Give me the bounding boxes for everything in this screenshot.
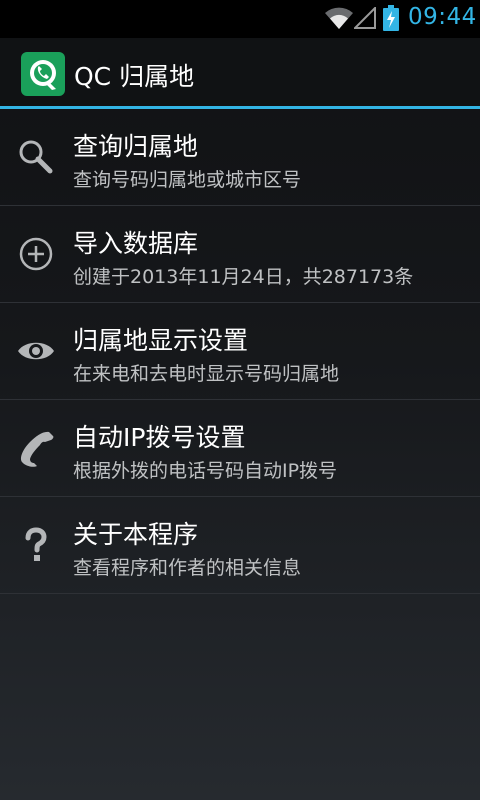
menu-item-description: 根据外拨的电话号码自动IP拨号 xyxy=(73,460,338,482)
menu-item-label: 查询归属地 xyxy=(73,132,199,161)
menu-item-description: 查看程序和作者的相关信息 xyxy=(73,557,302,579)
qc-app-logo-icon[interactable] xyxy=(21,52,65,96)
wifi-icon xyxy=(325,7,353,29)
question-icon xyxy=(25,527,47,561)
battery-charging-icon xyxy=(383,5,399,31)
menu-item-about[interactable]: 关于本程序 查看程序和作者的相关信息 xyxy=(0,497,480,594)
add-circle-icon xyxy=(19,237,53,271)
menu-item-ip-dial-settings[interactable]: 自动IP拨号设置 根据外拨的电话号码自动IP拨号 xyxy=(0,400,480,497)
menu-item-query-location[interactable]: 查询归属地 查询号码归属地或城市区号 xyxy=(0,109,480,206)
menu-item-label: 关于本程序 xyxy=(73,520,199,549)
menu-item-label: 自动IP拨号设置 xyxy=(73,423,246,452)
search-icon xyxy=(19,140,53,174)
menu-list: 查询归属地 查询号码归属地或城市区号 导入数据库 创建于2013年11月24日，… xyxy=(0,109,480,594)
status-time: 09:44 xyxy=(408,4,477,30)
menu-item-description: 查询号码归属地或城市区号 xyxy=(73,169,302,191)
signal-icon xyxy=(354,7,376,29)
menu-item-label: 归属地显示设置 xyxy=(73,326,249,355)
phone-icon xyxy=(20,431,54,467)
menu-item-display-settings[interactable]: 归属地显示设置 在来电和去电时显示号码归属地 xyxy=(0,303,480,400)
menu-item-description: 在来电和去电时显示号码归属地 xyxy=(73,363,340,385)
menu-item-label: 导入数据库 xyxy=(73,229,199,258)
app-title: QC 归属地 xyxy=(74,62,195,91)
status-bar: 09:44 xyxy=(0,0,480,38)
action-bar: QC 归属地 xyxy=(0,38,480,106)
menu-item-import-database[interactable]: 导入数据库 创建于2013年11月24日，共287173条 xyxy=(0,206,480,303)
menu-item-description: 创建于2013年11月24日，共287173条 xyxy=(73,266,414,288)
eye-icon xyxy=(18,342,54,360)
